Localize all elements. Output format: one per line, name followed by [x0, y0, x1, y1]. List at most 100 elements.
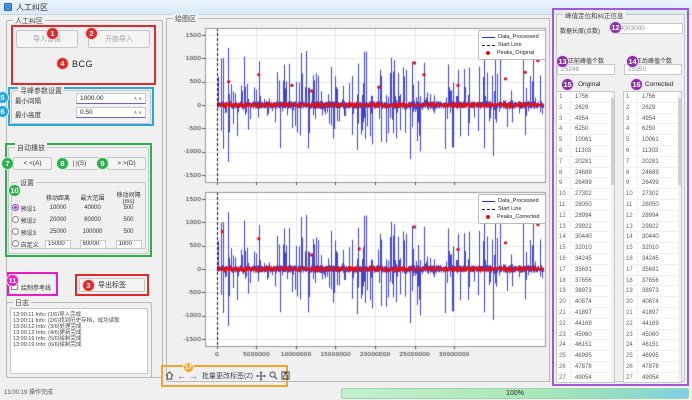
table-row[interactable]: 2244169 — [624, 319, 681, 330]
table-row[interactable]: 2647878 — [624, 362, 681, 373]
table-row[interactable]: 1634245 — [624, 254, 681, 265]
table-row[interactable]: 1329922 — [624, 222, 681, 233]
signal-charts-canvas[interactable] — [172, 22, 548, 362]
min-interval-spinbox[interactable]: ∧∨ — [76, 93, 146, 104]
preset3-radio[interactable] — [12, 228, 19, 235]
step-forward-button[interactable]: > >(D) — [107, 157, 146, 170]
corrected-peaks-table[interactable]: 1175622629349544625051006161130372028182… — [623, 91, 682, 383]
table-row[interactable]: 1735691 — [624, 265, 681, 276]
preset1-radio[interactable] — [12, 204, 19, 211]
table-row[interactable]: 2040874 — [624, 297, 681, 308]
table-row[interactable]: 2446151 — [624, 340, 681, 351]
table-row[interactable]: 2345060 — [624, 330, 681, 341]
table-row[interactable]: 1634245 — [557, 254, 614, 265]
callout-13: 13 — [556, 55, 569, 68]
legend-peaks-corrected: Peaks_Corrected — [497, 214, 540, 220]
table-row[interactable]: 34954 — [624, 114, 681, 125]
table-row[interactable]: 1532010 — [557, 243, 614, 254]
table-row[interactable]: 1837656 — [557, 276, 614, 287]
table-row[interactable]: 1430440 — [624, 232, 681, 243]
legend-data-processed: Data_Processed — [498, 198, 539, 204]
custom-radio[interactable] — [12, 240, 19, 247]
table-row[interactable]: 1228994 — [624, 211, 681, 222]
spinner-arrows-icon[interactable]: ∧∨ — [134, 110, 145, 116]
table-row[interactable]: 926499 — [624, 178, 681, 189]
custom-interval-input[interactable] — [116, 240, 142, 249]
table-row[interactable]: 2141897 — [624, 308, 681, 319]
table-row[interactable]: 1128050 — [624, 200, 681, 211]
callout-2: 2 — [85, 27, 98, 40]
spinner-arrows-icon[interactable]: ∧∨ — [134, 96, 145, 102]
table-row[interactable]: 2040874 — [557, 297, 614, 308]
min-height-spinbox[interactable]: ∧∨ — [76, 107, 146, 118]
min-height-input[interactable] — [77, 109, 134, 116]
table-row[interactable]: 2244169 — [557, 319, 614, 330]
custom-distance-input[interactable] — [45, 240, 71, 249]
preset2-radio[interactable] — [12, 216, 19, 223]
table-row[interactable]: 2446151 — [557, 340, 614, 351]
preset-table: 移动距离 最大范围 移动间隔(ms) 预设1 10000 40000 500 预… — [12, 190, 146, 250]
table-row[interactable]: 2546995 — [557, 351, 614, 362]
window-title: 人工纠区 — [16, 2, 48, 13]
table-row[interactable]: 11756 — [557, 92, 614, 103]
custom-range-input[interactable] — [80, 240, 106, 249]
table-row[interactable]: 1027302 — [624, 189, 681, 200]
table-row[interactable]: 510061 — [624, 135, 681, 146]
preset-row-2[interactable]: 预设2 20000 80000 500 — [12, 214, 146, 226]
table-row[interactable]: 34954 — [557, 114, 614, 125]
line-swatch — [482, 201, 495, 202]
col-max-range: 最大范围 — [74, 193, 111, 202]
table-row[interactable]: 11756 — [624, 92, 681, 103]
log-text[interactable]: 13:00:11 Info: (1/6)导入完成13:00:11 Info: (… — [10, 308, 148, 374]
table-row[interactable]: 22629 — [557, 103, 614, 114]
table-row[interactable]: 46250 — [624, 124, 681, 135]
preset1-interval: 500 — [111, 205, 146, 211]
table-row[interactable]: 510061 — [557, 135, 614, 146]
preset1-distance: 10000 — [42, 205, 74, 211]
callout-16: 16 — [630, 78, 643, 91]
preset-row-3[interactable]: 预设3 25000 100000 500 — [12, 226, 146, 238]
table-row[interactable]: 2749054 — [624, 373, 681, 383]
table-row[interactable]: 824689 — [557, 168, 614, 179]
table-row[interactable]: 1735691 — [557, 265, 614, 276]
table-row[interactable]: 611303 — [557, 146, 614, 157]
table-row[interactable]: 1532010 — [624, 243, 681, 254]
dot-swatch — [486, 51, 490, 55]
pan-button[interactable] — [256, 369, 267, 382]
legend-start-line: Start Line — [498, 206, 522, 212]
zoom-button[interactable] — [268, 369, 279, 382]
original-table-scrollbar[interactable] — [611, 92, 614, 382]
table-row[interactable]: 2749054 — [557, 373, 614, 383]
corrected-table-body: 1175622629349544625051006161130372028182… — [624, 92, 681, 383]
data-length-value[interactable] — [612, 23, 683, 34]
table-row[interactable]: 1938973 — [624, 286, 681, 297]
batch-edit-labels-button[interactable]: 批量更改标签(Z) — [200, 371, 255, 381]
custom-row[interactable]: 自定义 — [12, 238, 146, 250]
table-row[interactable]: 1430440 — [557, 232, 614, 243]
table-row[interactable]: 611303 — [624, 146, 681, 157]
table-row[interactable]: 2345060 — [557, 330, 614, 341]
table-row[interactable]: 22629 — [624, 103, 681, 114]
corrected-table-scrollbar[interactable] — [678, 92, 681, 382]
table-row[interactable]: 720281 — [624, 157, 681, 168]
min-interval-input[interactable] — [77, 95, 134, 102]
table-row[interactable]: 824689 — [624, 168, 681, 179]
line-swatch — [482, 37, 495, 38]
table-row[interactable]: 926499 — [557, 178, 614, 189]
original-peaks-table[interactable]: 1175622629349544625051006161130372028182… — [556, 91, 615, 383]
table-row[interactable]: 1228994 — [557, 211, 614, 222]
table-row[interactable]: 1128050 — [557, 200, 614, 211]
save-button[interactable] — [280, 369, 291, 382]
table-row[interactable]: 1027302 — [557, 189, 614, 200]
data-length-label: 数据长度(点数) — [560, 26, 600, 35]
home-button[interactable] — [164, 369, 175, 382]
table-row[interactable]: 2546995 — [624, 351, 681, 362]
table-row[interactable]: 1938973 — [557, 286, 614, 297]
table-row[interactable]: 1837656 — [624, 276, 681, 287]
table-row[interactable]: 46250 — [557, 124, 614, 135]
step-back-button[interactable]: < <(A) — [13, 157, 52, 170]
table-row[interactable]: 2141897 — [557, 308, 614, 319]
table-row[interactable]: 2647878 — [557, 362, 614, 373]
table-row[interactable]: 1329922 — [557, 222, 614, 233]
table-row[interactable]: 720281 — [557, 157, 614, 168]
